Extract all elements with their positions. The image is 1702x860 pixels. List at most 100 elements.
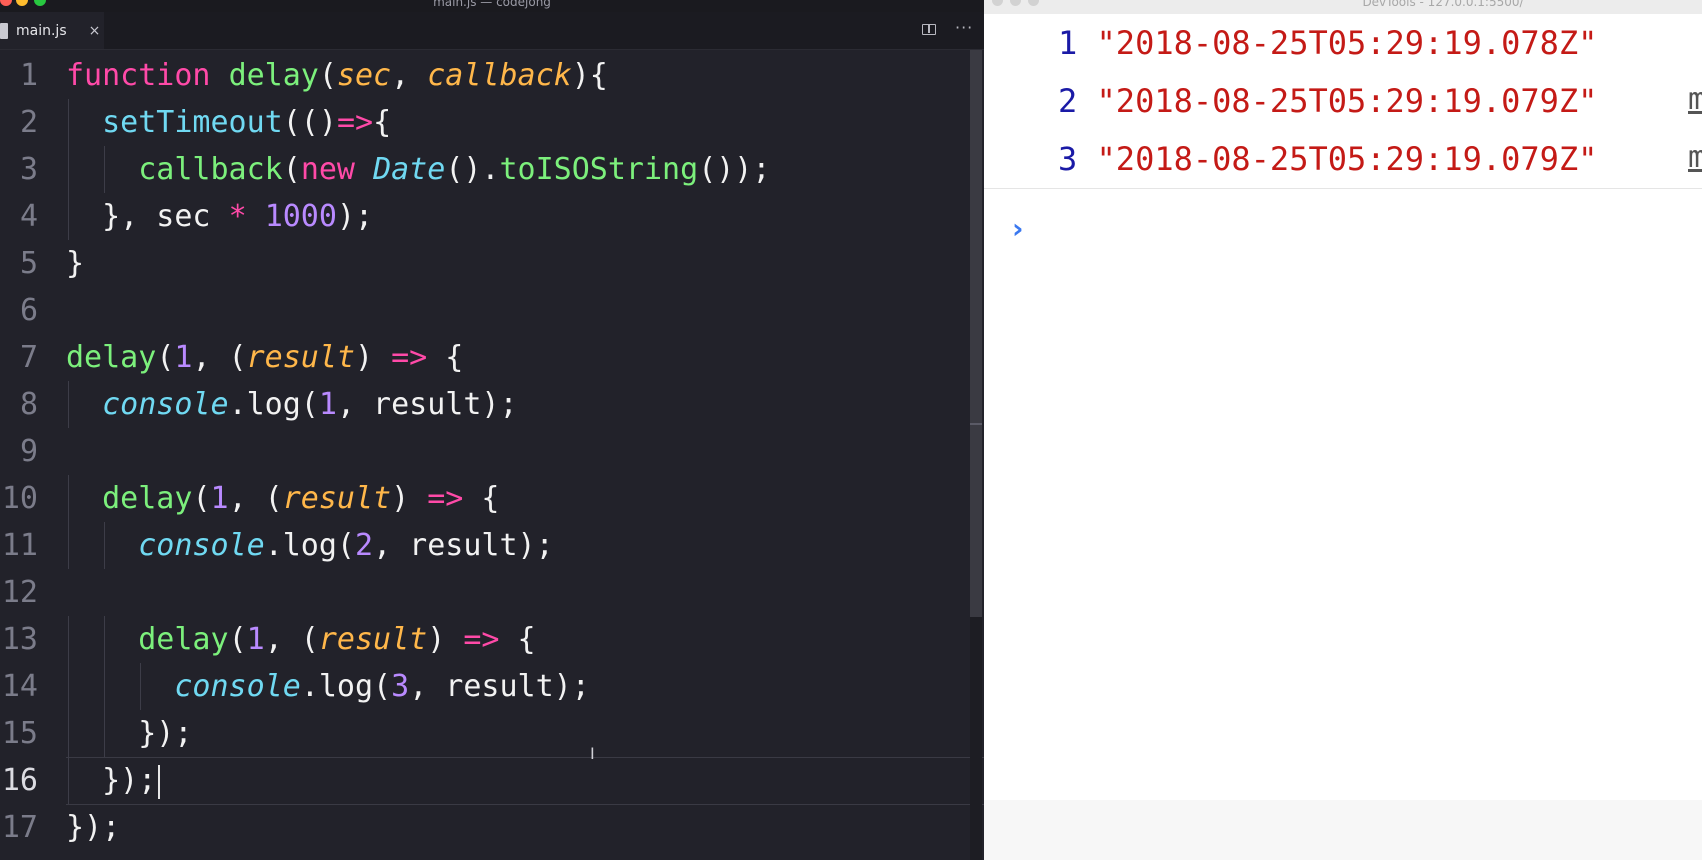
code-token: 1000 [264,199,337,234]
console-log-row[interactable]: 2 "2018-08-25T05:29:19.079Z" m [984,72,1702,131]
code-token: , result); [409,669,590,704]
log-source-link[interactable]: m [1688,82,1702,117]
code-token: .log( [228,387,319,422]
console-log-row[interactable]: 3 "2018-08-25T05:29:19.079Z" m [984,130,1702,189]
code-token: , ( [192,340,247,375]
code-line[interactable]: 4 }, sec * 1000); [0,193,984,240]
code-token: , result); [336,387,518,422]
code-line[interactable]: 8 console.log(1, result); [0,381,984,428]
tab-bar: main.js × ··· [0,12,984,50]
code-token: ( [192,481,211,516]
console-log-text: 3 "2018-08-25T05:29:19.079Z" [1058,140,1597,178]
code-token: }); [66,716,193,751]
devtools-console[interactable]: DevTools - 127.0.0.1:5500/ 1 "2018-08-25… [984,0,1702,860]
code-token: (). [445,152,500,187]
code-token: { [427,340,464,375]
code-token: callback [138,152,283,187]
devtools-window-title: DevTools - 127.0.0.1:5500/ [1362,0,1524,9]
code-text: delay(1, (result) => { [66,475,499,522]
code-token: 3 [391,669,410,704]
code-line[interactable]: 1 function delay(sec, callback){ [0,52,984,99]
caret [158,764,161,799]
code-line[interactable]: 14 console.log(3, result); [0,663,984,710]
code-token: Date [373,152,446,187]
line-number: 5 [19,246,38,281]
line-number: 1 [19,58,38,93]
code-line[interactable]: 11 console.log(2, result); [0,522,984,569]
scrollbar-marker [970,423,982,425]
code-line[interactable]: 3 callback(new Date().toISOString()); [0,146,984,193]
code-line[interactable]: 17}); [0,804,984,851]
code-text: delay(1, (result) => { [66,334,463,381]
code-text: }); [66,757,161,804]
code-line[interactable]: 5} [0,240,984,287]
line-number: 4 [19,199,38,234]
code-token: , result); [373,528,554,563]
code-text: callback(new Date().toISOString()); [66,146,770,193]
code-token: 1 [174,340,193,375]
console-input-area[interactable] [984,800,1702,860]
line-number: 17 [1,810,38,845]
code-token: result [282,481,392,516]
code-text: }); [66,710,192,757]
code-text: console.log(2, result); [66,522,554,569]
code-line[interactable]: 12 [0,569,984,616]
code-token: result [318,622,428,657]
more-actions-icon[interactable]: ··· [955,18,973,37]
window-title: main.js — codejong [433,0,551,9]
code-token: ( [228,622,247,657]
code-token: 1 [210,481,229,516]
log-source-link[interactable]: m [1688,140,1702,175]
code-token: delay [138,622,229,657]
code-line[interactable]: 16 }); [0,757,984,805]
line-number: 2 [19,105,38,140]
code-editor[interactable]: main.js — codejong main.js × ··· 1 functi… [0,0,984,860]
code-area[interactable]: 1 function delay(sec, callback){2 setTime… [0,52,984,851]
line-number: 11 [1,528,38,563]
line-number: 7 [19,340,38,375]
scrollbar-thumb[interactable] [970,50,982,617]
code-token: console [138,528,265,563]
code-line[interactable]: 10 delay(1, (result) => { [0,475,984,522]
tab-main-js[interactable]: main.js × [0,12,104,49]
code-token: ) [391,481,428,516]
console-prompt-icon[interactable]: › [1012,212,1024,245]
code-token: , [391,58,428,93]
file-icon [0,22,8,39]
code-token: setTimeout [102,105,283,140]
code-token: sec [336,58,392,93]
code-token: ( [318,58,337,93]
code-line[interactable]: 2 setTimeout(()=>{ [0,99,984,146]
code-line[interactable]: 6 [0,287,984,334]
log-number: 2 [1058,82,1078,120]
code-token: => [427,481,464,516]
code-token: * [228,199,247,234]
code-token: ){ [571,58,608,93]
text-cursor-icon: Ⅰ [590,744,595,763]
code-token: result [246,340,355,375]
console-log-row[interactable]: 1 "2018-08-25T05:29:19.078Z" [984,14,1702,73]
log-string-value: "2018-08-25T05:29:19.079Z" [1096,140,1598,178]
code-line[interactable]: 7 delay(1, (result) => { [0,334,984,381]
code-line[interactable]: 9 [0,428,984,475]
code-token: ()); [698,152,771,187]
code-token: delay [66,340,157,375]
code-token: new [300,152,355,187]
code-line[interactable]: 15 }); [0,710,984,757]
code-token: console [174,669,301,704]
code-token: ( [282,152,301,187]
code-token: }); [66,810,121,845]
code-line[interactable]: 13 delay(1, (result) => { [0,616,984,663]
code-token: .log( [300,669,392,704]
code-text: console.log(1, result); [66,381,518,428]
tab-close-icon[interactable]: × [89,23,101,39]
code-text: }); [66,804,120,851]
code-token: { [499,622,536,657]
line-number: 3 [19,152,38,187]
split-editor-icon[interactable] [922,24,936,35]
